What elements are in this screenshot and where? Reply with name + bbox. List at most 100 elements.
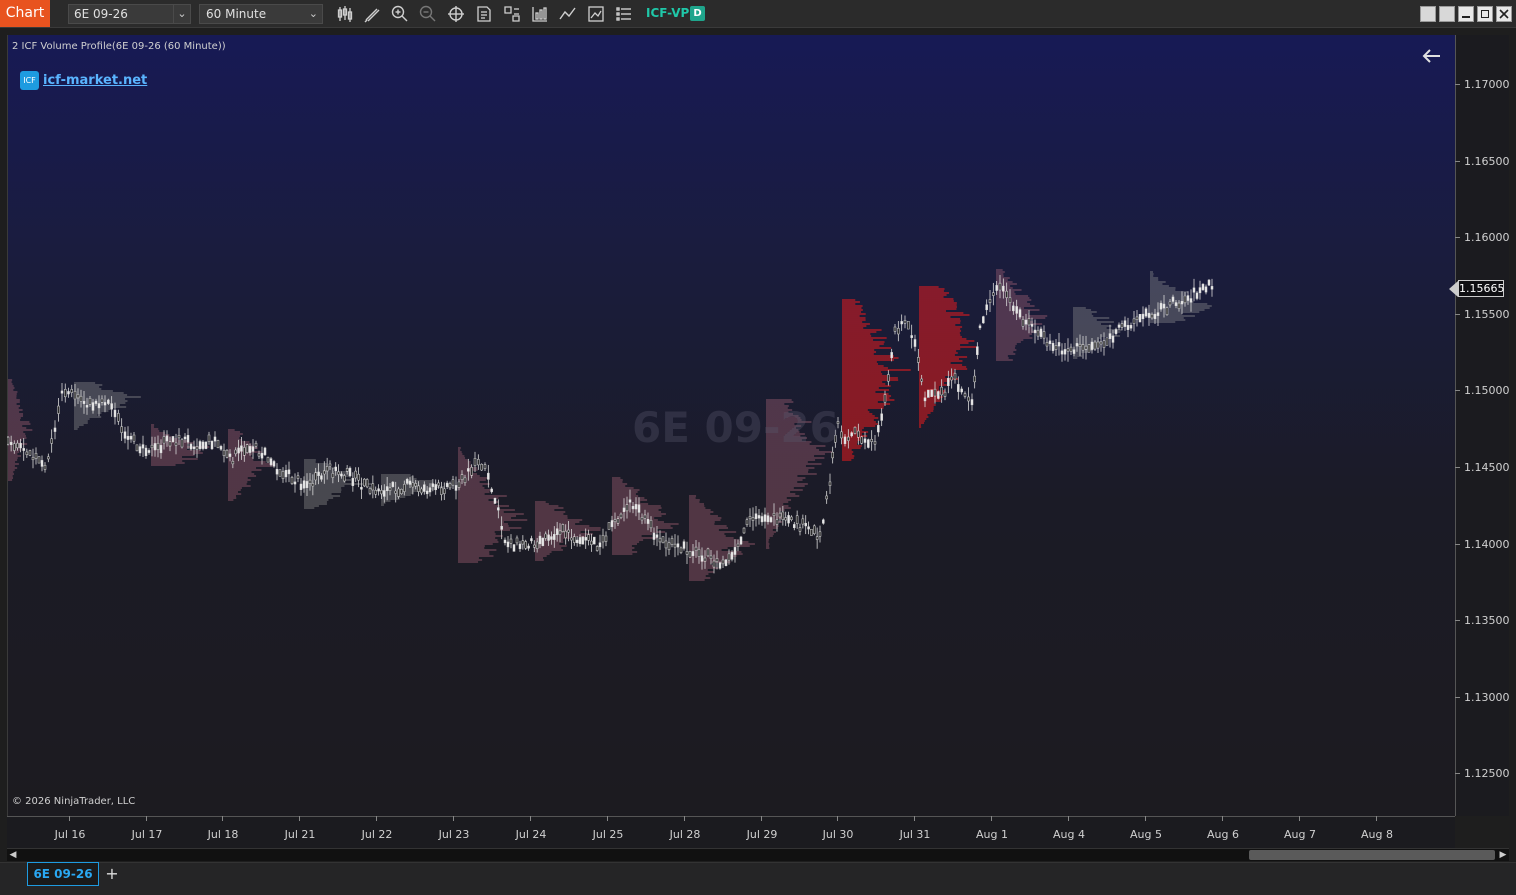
date-tick — [1376, 816, 1377, 821]
price-label: 1.13500 — [1464, 614, 1510, 627]
properties-icon[interactable] — [474, 4, 494, 24]
date-tick — [991, 816, 992, 821]
date-tick — [914, 816, 915, 821]
date-tick — [1145, 816, 1146, 821]
price-label: 1.14000 — [1464, 538, 1510, 551]
date-tick — [684, 816, 685, 821]
zoom-out-icon[interactable] — [418, 4, 438, 24]
price-tick — [1455, 390, 1460, 391]
date-label: Jul 31 — [899, 828, 931, 841]
price-tick — [1455, 84, 1460, 85]
date-tick — [761, 816, 762, 821]
date-label: Jul 28 — [669, 828, 701, 841]
chart-window: Chart 6E 09-26 ⌄ 60 Minute ⌄ ICF-VP D 6E… — [0, 0, 1516, 895]
date-tick — [299, 816, 300, 821]
close-icon[interactable] — [1496, 6, 1512, 22]
date-label: Aug 6 — [1207, 828, 1239, 841]
price-label: 1.16000 — [1464, 231, 1510, 244]
volume-profile — [228, 429, 275, 501]
price-tick — [1455, 237, 1460, 238]
date-label: Jul 29 — [746, 828, 778, 841]
always-on-top-icon[interactable] — [1439, 6, 1455, 22]
interval-value: 60 Minute — [206, 7, 267, 21]
pencil-icon[interactable] — [362, 4, 382, 24]
date-tick — [376, 816, 377, 821]
date-label: Aug 7 — [1284, 828, 1316, 841]
list-icon[interactable] — [614, 4, 634, 24]
tile-window-icon[interactable] — [1420, 6, 1436, 22]
scroll-right-icon[interactable]: ▶ — [1497, 849, 1509, 861]
tab-6e-09-26[interactable]: 6E 09-26 — [27, 862, 99, 886]
indicator-badge[interactable]: D — [690, 6, 705, 21]
price-label: 1.13000 — [1464, 691, 1510, 704]
date-label: Jul 25 — [592, 828, 624, 841]
price-label: 1.12500 — [1464, 767, 1510, 780]
indicator-label[interactable]: ICF-VP — [646, 6, 689, 20]
date-tick — [453, 816, 454, 821]
icf-market-link[interactable]: icf-market.net — [43, 73, 147, 88]
price-tick — [1455, 314, 1460, 315]
arrow-left-icon[interactable] — [1420, 44, 1444, 68]
add-tab-button[interactable]: + — [103, 864, 121, 884]
indicators-icon[interactable] — [558, 4, 578, 24]
candlesticks — [7, 274, 1214, 574]
date-label: Jul 30 — [822, 828, 854, 841]
scrollbar-thumb[interactable] — [1249, 850, 1495, 860]
date-tick — [1068, 816, 1069, 821]
date-tick — [530, 816, 531, 821]
price-tick — [1455, 773, 1460, 774]
date-label: Aug 8 — [1361, 828, 1393, 841]
price-label: 1.14500 — [1464, 461, 1510, 474]
date-label: Jul 23 — [438, 828, 470, 841]
price-tick — [1455, 620, 1460, 621]
price-tick — [1455, 467, 1460, 468]
date-label: Jul 18 — [207, 828, 239, 841]
volume-profile — [1150, 271, 1212, 323]
date-label: Jul 24 — [515, 828, 547, 841]
instrument-selector[interactable]: 6E 09-26 — [68, 4, 174, 24]
date-tick — [69, 816, 70, 821]
volume-profile — [8, 379, 33, 481]
snapshot-icon[interactable] — [586, 4, 606, 24]
date-label: Aug 4 — [1053, 828, 1085, 841]
icf-logo-icon: ICF — [20, 71, 39, 90]
date-tick — [1222, 816, 1223, 821]
scroll-left-icon[interactable]: ◀ — [7, 849, 19, 861]
candlestick-icon[interactable] — [335, 4, 355, 24]
price-tick — [1455, 544, 1460, 545]
price-label: 1.15000 — [1464, 384, 1510, 397]
date-label: Jul 16 — [54, 828, 86, 841]
indicator-title: 2 ICF Volume Profile(6E 09-26 (60 Minute… — [12, 41, 226, 52]
toolbar: Chart 6E 09-26 ⌄ 60 Minute ⌄ ICF-VP D — [0, 0, 1516, 28]
zoom-in-icon[interactable] — [390, 4, 410, 24]
instrument-watermark: 6E 09-26 — [632, 403, 839, 452]
chevron-down-icon: ⌄ — [308, 7, 318, 20]
copyright-text: © 2026 NinjaTrader, LLC — [12, 796, 136, 807]
date-label: Aug 5 — [1130, 828, 1162, 841]
date-tick — [146, 816, 147, 821]
crosshair-icon[interactable] — [446, 4, 466, 24]
strategies-icon[interactable] — [530, 4, 550, 24]
volume-profile — [919, 286, 977, 428]
date-tick — [222, 816, 223, 821]
date-label: Jul 21 — [284, 828, 316, 841]
date-tick — [837, 816, 838, 821]
templates-icon[interactable] — [502, 4, 522, 24]
tab-bar — [0, 862, 1516, 895]
price-label: 1.17000 — [1464, 78, 1510, 91]
current-price-label: 1.15665 — [1458, 280, 1505, 297]
date-label: Jul 22 — [361, 828, 393, 841]
maximize-icon[interactable] — [1477, 6, 1493, 22]
date-tick — [607, 816, 608, 821]
interval-selector[interactable]: 60 Minute ⌄ — [199, 4, 323, 24]
date-label: Aug 1 — [976, 828, 1008, 841]
volume-profile — [689, 495, 755, 581]
minimize-icon[interactable] — [1458, 6, 1474, 22]
window-title[interactable]: Chart — [0, 0, 50, 27]
current-price-marker-icon — [1449, 281, 1458, 297]
price-label: 1.16500 — [1464, 155, 1510, 168]
instrument-dropdown-chevron-icon[interactable]: ⌄ — [173, 4, 191, 24]
date-tick — [1299, 816, 1300, 821]
date-label: Jul 17 — [131, 828, 163, 841]
price-tick — [1455, 697, 1460, 698]
